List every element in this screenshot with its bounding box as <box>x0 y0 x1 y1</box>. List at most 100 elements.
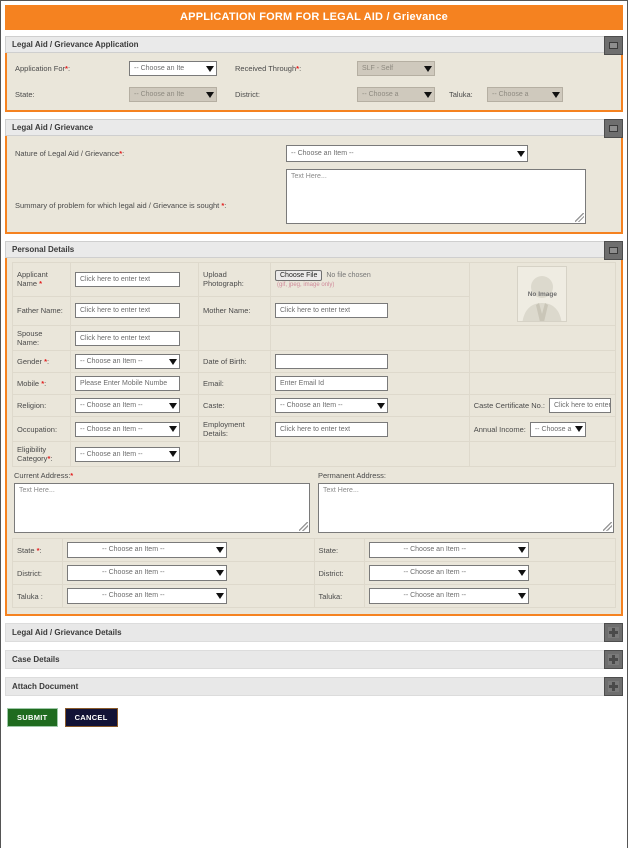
religion-select[interactable]: -- Choose an Item -- <box>75 398 180 413</box>
mother-name-input[interactable]: Click here to enter text <box>275 303 388 319</box>
chevron-down-icon <box>206 91 214 98</box>
email-input[interactable]: Enter Email Id <box>275 376 388 391</box>
section-header-application-label: Legal Aid / Grievance Application <box>12 40 139 49</box>
email-cell: Enter Email Id <box>270 372 470 395</box>
collapse-minus-icon-personal[interactable] <box>604 241 623 260</box>
chevron-down-icon <box>574 426 583 432</box>
collapse-minus-icon-grievance[interactable] <box>604 119 623 138</box>
date-of-birth-input[interactable] <box>275 354 388 369</box>
application-form-page: APPLICATION FORM FOR LEGAL AID / Grievan… <box>1 5 627 851</box>
chevron-down-icon <box>169 402 177 409</box>
summary-textarea[interactable]: Text Here... <box>286 169 586 224</box>
occupation-select[interactable]: -- Choose an Item -- <box>75 421 180 437</box>
application-for-select[interactable]: -- Choose an Ite <box>129 61 217 76</box>
expand-plus-icon-attach-document[interactable] <box>604 677 623 696</box>
applicant-name-input[interactable]: Click here to enter text <box>75 271 180 287</box>
section-header-grievance-details[interactable]: Legal Aid / Grievance Details <box>5 623 623 642</box>
annual-income-select[interactable]: -- Choose a <box>529 421 586 437</box>
resize-grip-icon[interactable] <box>575 213 584 222</box>
permanent-address-textarea[interactable]: Text Here... <box>318 483 614 533</box>
application-taluka-select[interactable]: -- Choose a <box>487 87 563 102</box>
eligibility-empty-label <box>198 441 271 467</box>
permanent-district-select[interactable]: -- Choose an Item -- <box>368 565 529 581</box>
chevron-down-icon <box>169 426 177 432</box>
choose-file-button[interactable]: Choose File <box>275 270 323 282</box>
cancel-button[interactable]: CANCEL <box>64 708 118 727</box>
page-title: APPLICATION FORM FOR LEGAL AID / Grievan… <box>5 5 623 30</box>
file-input-row[interactable]: Choose File No file chosen <box>275 270 465 282</box>
applicant-name-label: Applicant Name * <box>12 262 71 297</box>
employment-details-input[interactable]: Click here to enter text <box>275 421 388 437</box>
permanent-taluka-select[interactable]: -- Choose an Item -- <box>368 588 529 604</box>
mobile-label: Mobile *: <box>12 372 71 395</box>
application-for-label: Application For*: <box>15 64 71 73</box>
permanent-address-col: Permanent Address: Text Here... <box>318 471 614 533</box>
application-district-label: District: <box>235 90 260 99</box>
caste-certificate-label: Caste Certificate No.: <box>473 401 545 410</box>
permanent-state-select[interactable]: -- Choose an Item -- <box>368 542 529 558</box>
file-status-text: No file chosen <box>326 272 371 280</box>
employment-details-label: Employment Details: <box>198 416 271 442</box>
section-body-grievance: Nature of Legal Aid / Grievance*: -- Cho… <box>5 136 623 234</box>
table-row: Spouse Name: Click here to enter text <box>12 325 617 351</box>
current-state-label: State *: <box>12 538 63 562</box>
section-header-grievance[interactable]: Legal Aid / Grievance <box>5 119 623 138</box>
employment-details-cell: Click here to enter text <box>270 416 470 442</box>
application-state-select[interactable]: -- Choose an Ite <box>129 87 217 102</box>
caste-certificate-input[interactable]: Click here to enter <box>549 398 611 413</box>
current-district-label: District: <box>12 561 63 585</box>
nature-label: Nature of Legal Aid / Grievance*: <box>15 149 125 158</box>
eligibility-empty-cell <box>270 441 470 467</box>
chevron-down-icon <box>169 451 177 457</box>
section-header-case-details-label: Case Details <box>12 655 60 664</box>
current-address-textarea[interactable]: Text Here... <box>14 483 310 533</box>
current-address-col: Current Address:* Text Here... <box>14 471 310 533</box>
resize-grip-icon[interactable] <box>603 522 612 531</box>
occupation-cell: -- Choose an Item -- <box>70 416 199 442</box>
spouse-name-label: Spouse Name: <box>12 325 71 351</box>
section-header-personal[interactable]: Personal Details <box>5 241 623 260</box>
table-row: Mobile *: Please Enter Mobile Numbe Emai… <box>12 372 617 395</box>
caste-cell: -- Choose an Item -- <box>270 394 470 417</box>
received-through-label: Received Through*: <box>235 64 302 73</box>
chevron-down-icon <box>216 593 224 599</box>
summary-row: Summary of problem for which legal aid /… <box>11 169 617 224</box>
section-header-application[interactable]: Legal Aid / Grievance Application <box>5 36 623 55</box>
expand-plus-icon-case-details[interactable] <box>604 650 623 669</box>
collapse-minus-icon-application[interactable] <box>604 36 623 55</box>
current-taluka-select[interactable]: -- Choose an Item -- <box>67 588 227 604</box>
current-state-select[interactable]: -- Choose an Item -- <box>67 542 227 558</box>
spouse-empty-cell-2 <box>468 325 617 351</box>
section-body-personal: Applicant Name * Click here to enter tex… <box>5 258 623 616</box>
mobile-input[interactable]: Please Enter Mobile Numbe <box>75 376 180 391</box>
expand-plus-icon-grievance-details[interactable] <box>604 623 623 642</box>
chevron-down-icon <box>552 91 560 98</box>
current-district-select[interactable]: -- Choose an Item -- <box>67 565 227 581</box>
nature-row: Nature of Legal Aid / Grievance*: -- Cho… <box>11 143 617 164</box>
gender-cell: -- Choose an Item -- <box>70 350 199 373</box>
mother-name-label: Mother Name: <box>198 295 271 326</box>
gender-select[interactable]: -- Choose an Item -- <box>75 354 180 369</box>
resize-grip-icon[interactable] <box>299 522 308 531</box>
spouse-name-input[interactable]: Click here to enter text <box>75 330 180 346</box>
email-empty-cell <box>468 372 617 395</box>
nature-select[interactable]: -- Choose an Item -- <box>286 145 528 162</box>
table-row: Gender *: -- Choose an Item -- Date of B… <box>12 350 617 373</box>
caste-select[interactable]: -- Choose an Item -- <box>275 398 388 413</box>
submit-button[interactable]: SUBMIT <box>7 708 58 727</box>
permanent-address-placeholder: Text Here... <box>323 487 359 494</box>
section-header-case-details[interactable]: Case Details <box>5 650 623 669</box>
permanent-district-label: District: <box>313 561 365 585</box>
photo-placeholder: No Image <box>517 266 568 322</box>
permanent-taluka-label: Taluka: <box>313 584 365 608</box>
summary-placeholder-text: Text Here... <box>291 173 327 180</box>
table-row: Religion: -- Choose an Item -- Caste: --… <box>12 394 617 417</box>
father-name-input[interactable]: Click here to enter text <box>75 303 180 319</box>
eligibility-category-select[interactable]: -- Choose an Item -- <box>75 446 180 462</box>
section-header-attach-document[interactable]: Attach Document <box>5 677 623 696</box>
table-row: State *: -- Choose an Item -- State: -- … <box>12 538 616 562</box>
application-state-label: State: <box>15 90 35 99</box>
chevron-down-icon <box>169 358 177 365</box>
application-district-select[interactable]: -- Choose a <box>357 87 435 102</box>
received-through-select[interactable]: SLF - Self <box>357 61 435 76</box>
